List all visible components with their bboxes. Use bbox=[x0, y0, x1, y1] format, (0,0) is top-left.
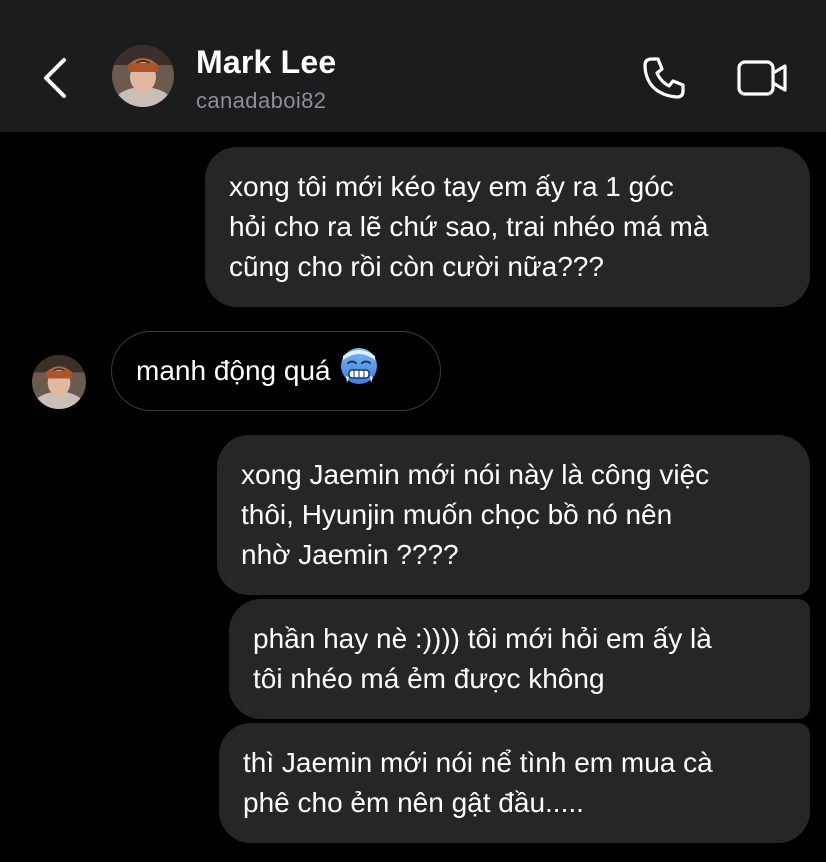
video-camera-icon bbox=[737, 60, 787, 96]
message-bubble-outgoing[interactable]: xong Jaemin mới nói này là công việc thô… bbox=[217, 435, 810, 595]
message-line: hỏi cho ra lẽ chứ sao, trai nhéo má mà bbox=[229, 211, 709, 242]
message-line: thì Jaemin mới nói nể tình em mua cà bbox=[243, 747, 713, 778]
chevron-left-icon bbox=[44, 58, 66, 98]
message-line: thôi, Hyunjin muốn chọc bồ nó nên bbox=[241, 499, 673, 530]
message-line: xong Jaemin mới nói này là công việc bbox=[241, 459, 710, 490]
video-call-button[interactable] bbox=[732, 50, 792, 106]
message-bubble-incoming[interactable]: manh động quá bbox=[111, 331, 441, 411]
phone-icon bbox=[643, 57, 685, 99]
chat-header: Mark Lee canadaboi82 bbox=[0, 0, 826, 132]
cold-face-icon bbox=[339, 346, 379, 397]
voice-call-button[interactable] bbox=[636, 50, 692, 106]
message-line: phê cho ẻm nên gật đầu..... bbox=[243, 787, 584, 818]
contact-name[interactable]: Mark Lee bbox=[196, 44, 336, 81]
profile-photo bbox=[112, 45, 174, 107]
message-line: tôi nhéo má ẻm được không bbox=[253, 663, 605, 694]
message-line: xong tôi mới kéo tay em ấy ra 1 góc bbox=[229, 171, 674, 202]
avatar[interactable] bbox=[112, 45, 174, 107]
message-bubble-outgoing[interactable]: xong tôi mới kéo tay em ấy ra 1 góc hỏi … bbox=[205, 147, 810, 307]
message-line: cũng cho rồi còn cười nữa??? bbox=[229, 251, 604, 282]
message-line: phần hay nè :)))) tôi mới hỏi em ấy là bbox=[253, 623, 712, 654]
profile-photo bbox=[32, 355, 86, 409]
message-bubble-outgoing[interactable]: thì Jaemin mới nói nể tình em mua cà phê… bbox=[219, 723, 810, 843]
sender-avatar[interactable] bbox=[32, 355, 86, 409]
message-line: manh động quá bbox=[136, 355, 331, 386]
contact-handle[interactable]: canadaboi82 bbox=[196, 88, 326, 114]
message-bubble-outgoing[interactable]: phần hay nè :)))) tôi mới hỏi em ấy là t… bbox=[229, 599, 810, 719]
back-button[interactable] bbox=[30, 48, 80, 108]
message-line: nhờ Jaemin ???? bbox=[241, 539, 459, 570]
